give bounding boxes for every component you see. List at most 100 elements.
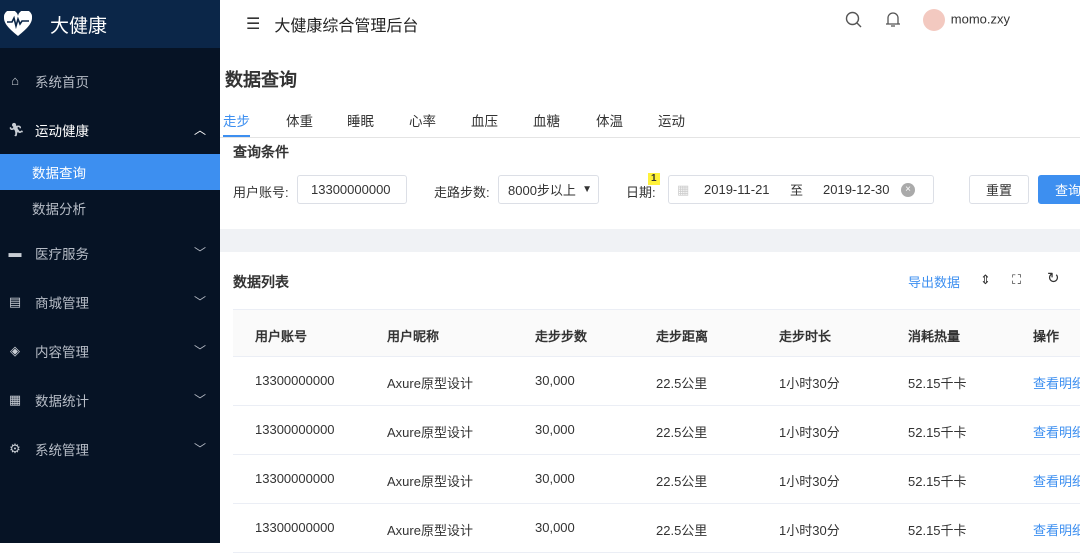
table-cell: 30,000 xyxy=(535,520,575,535)
avatar xyxy=(922,9,945,31)
sidebar-item-sport-health[interactable]: 🏃︎ 运动健康 ︿ xyxy=(0,105,220,154)
chart-icon: ▦ xyxy=(8,391,22,407)
logo: 大健康 xyxy=(0,0,220,48)
table-cell: 22.5公里 xyxy=(656,376,708,391)
column-header: 走步步数 xyxy=(535,329,588,344)
column-header: 消耗热量 xyxy=(908,329,961,344)
date-range-picker[interactable]: ▦ 2019-11-21 至 2019-12-30 × xyxy=(668,175,934,204)
sidebar-item-statistics[interactable]: ▦ 数据统计 ﹀ xyxy=(0,375,220,424)
column-header: 走步距离 xyxy=(656,329,709,344)
column-header: 用户昵称 xyxy=(387,329,440,344)
tab-blood-sugar[interactable]: 血糖 xyxy=(533,110,560,137)
data-table: 用户账号 用户昵称 走步步数 走步距离 走步时长 消耗热量 操作 13300000000 Ax… xyxy=(233,309,1080,553)
sidebar-item-shop[interactable]: ▤ 商城管理 ﹀ xyxy=(0,277,220,326)
tab-temperature[interactable]: 体温 xyxy=(596,110,623,137)
chevron-down-icon: ﹀ xyxy=(193,295,206,309)
table-cell: 13300000000 xyxy=(255,520,335,535)
table-cell: Axure原型设计 xyxy=(387,425,473,440)
fullscreen-icon[interactable]: ⛶ xyxy=(1012,272,1021,288)
medical-icon: ▬ xyxy=(8,245,22,260)
account-input[interactable]: 13300000000 xyxy=(297,175,407,204)
table-row: 13300000000 Axure原型设计 30,000 22.5公里 1小时30分 52… xyxy=(233,406,1080,455)
view-detail-link[interactable]: 查看明细 xyxy=(1033,422,1080,441)
page-title: 数据查询 xyxy=(225,70,297,90)
annotation-badge: 1 xyxy=(648,173,660,185)
sidebar-item-system[interactable]: ⚙ 系统管理 ﹀ xyxy=(0,424,220,473)
sidebar: 大健康 ⌂ 系统首页 🏃︎ 运动健康 ︿ 数据查询 数据分析 ▬ 医疗服务 ﹀ ▤ 商城管理… xyxy=(0,0,220,543)
search-icon[interactable] xyxy=(845,11,863,29)
column-header: 走步时长 xyxy=(779,329,832,344)
view-detail-link[interactable]: 查看明细 xyxy=(1033,520,1080,539)
table-cell: 30,000 xyxy=(535,422,575,437)
table-header: 用户账号 用户昵称 走步步数 走步距离 走步时长 消耗热量 操作 xyxy=(233,309,1080,357)
chevron-down-icon: ﹀ xyxy=(193,344,206,358)
table-row: 13300000000 Axure原型设计 30,000 22.5公里 1小时30分 52… xyxy=(233,455,1080,504)
table-cell: 22.5公里 xyxy=(656,474,708,489)
account-label: 用户账号: xyxy=(233,185,289,200)
table-cell: 1小时30分 xyxy=(779,523,840,538)
reset-button[interactable]: 重置 xyxy=(969,175,1029,204)
sidebar-item-data-analysis[interactable]: 数据分析 xyxy=(0,190,220,226)
logo-text: 大健康 xyxy=(50,15,108,37)
tab-bar: 走步 体重 睡眠 心率 血压 血糖 体温 运动 xyxy=(220,108,1080,138)
table-cell: 52.15千卡 xyxy=(908,425,967,440)
steps-label: 走路步数: xyxy=(434,185,490,200)
tab-walk[interactable]: 走步 xyxy=(223,110,250,137)
table-cell: 52.15千卡 xyxy=(908,523,967,538)
sidebar-item-home[interactable]: ⌂ 系统首页 xyxy=(0,56,220,105)
tab-sleep[interactable]: 睡眠 xyxy=(347,110,374,137)
menu-fold-icon[interactable]: ☰ xyxy=(246,14,260,34)
tab-blood-pressure[interactable]: 血压 xyxy=(471,110,498,137)
chevron-up-icon: ︿ xyxy=(193,123,206,137)
chevron-down-icon: ▼ xyxy=(582,184,592,195)
sidebar-item-medical[interactable]: ▬ 医疗服务 ﹀ xyxy=(0,228,220,277)
table-cell: 13300000000 xyxy=(255,471,335,486)
table-cell: 30,000 xyxy=(535,471,575,486)
calendar-icon: ▦ xyxy=(677,181,690,197)
chevron-down-icon: ﹀ xyxy=(193,442,206,456)
table-cell: 52.15千卡 xyxy=(908,474,967,489)
search-button[interactable]: 查询 xyxy=(1038,175,1080,204)
table-cell: 30,000 xyxy=(535,373,575,388)
list-title: 数据列表 xyxy=(233,274,289,290)
running-icon: 🏃︎ xyxy=(8,121,25,137)
table-cell: 1小时30分 xyxy=(779,474,840,489)
chevron-down-icon: ﹀ xyxy=(193,393,206,407)
table-cell: 13300000000 xyxy=(255,422,335,437)
table-cell: Axure原型设计 xyxy=(387,376,473,391)
chevron-down-icon: ﹀ xyxy=(193,246,206,260)
table-cell: 1小时30分 xyxy=(779,425,840,440)
row-height-icon[interactable]: ⇕ xyxy=(980,272,991,288)
sidebar-item-content[interactable]: ◈ 内容管理 ﹀ xyxy=(0,326,220,375)
clear-icon[interactable]: × xyxy=(901,182,915,197)
table-cell: Axure原型设计 xyxy=(387,523,473,538)
tab-heart-rate[interactable]: 心率 xyxy=(409,110,436,137)
home-icon: ⌂ xyxy=(11,73,19,88)
tab-weight[interactable]: 体重 xyxy=(286,110,313,137)
heart-pulse-icon xyxy=(4,11,32,36)
column-header: 操作 xyxy=(1033,329,1060,344)
box-icon: ◈ xyxy=(10,342,20,358)
table-row: 13300000000 Axure原型设计 30,000 22.5公里 1小时30分 52… xyxy=(233,504,1080,553)
table-cell: 22.5公里 xyxy=(656,523,708,538)
table-cell: 13300000000 xyxy=(255,373,335,388)
table-cell: Axure原型设计 xyxy=(387,474,473,489)
user-menu[interactable]: momo.zxy xyxy=(922,9,1010,31)
view-detail-link[interactable]: 查看明细 xyxy=(1033,373,1080,392)
table-cell: 1小时30分 xyxy=(779,376,840,391)
steps-select[interactable]: 8000步以上 ▼ xyxy=(498,175,599,204)
header: ☰ 大健康综合管理后台 momo.zxy xyxy=(220,0,1080,48)
export-button[interactable]: 导出数据 xyxy=(908,272,960,291)
bell-icon[interactable] xyxy=(885,11,901,29)
table-cell: 22.5公里 xyxy=(656,425,708,440)
view-detail-link[interactable]: 查看明细 xyxy=(1033,471,1080,490)
tab-exercise[interactable]: 运动 xyxy=(658,110,685,137)
table-cell: 52.15千卡 xyxy=(908,376,967,391)
table-row: 13300000000 Axure原型设计 30,000 22.5公里 1小时30分 52… xyxy=(233,357,1080,406)
refresh-icon[interactable]: ↻ xyxy=(1047,269,1060,287)
sidebar-item-data-query[interactable]: 数据查询 xyxy=(0,154,220,190)
gear-icon: ⚙ xyxy=(9,440,21,456)
header-title: 大健康综合管理后台 xyxy=(274,18,419,35)
main-content: ☰ 大健康综合管理后台 momo.zxy 数据查询 走步 体重 睡眠 心率 血压… xyxy=(220,0,1080,553)
divider-band xyxy=(220,229,1080,252)
